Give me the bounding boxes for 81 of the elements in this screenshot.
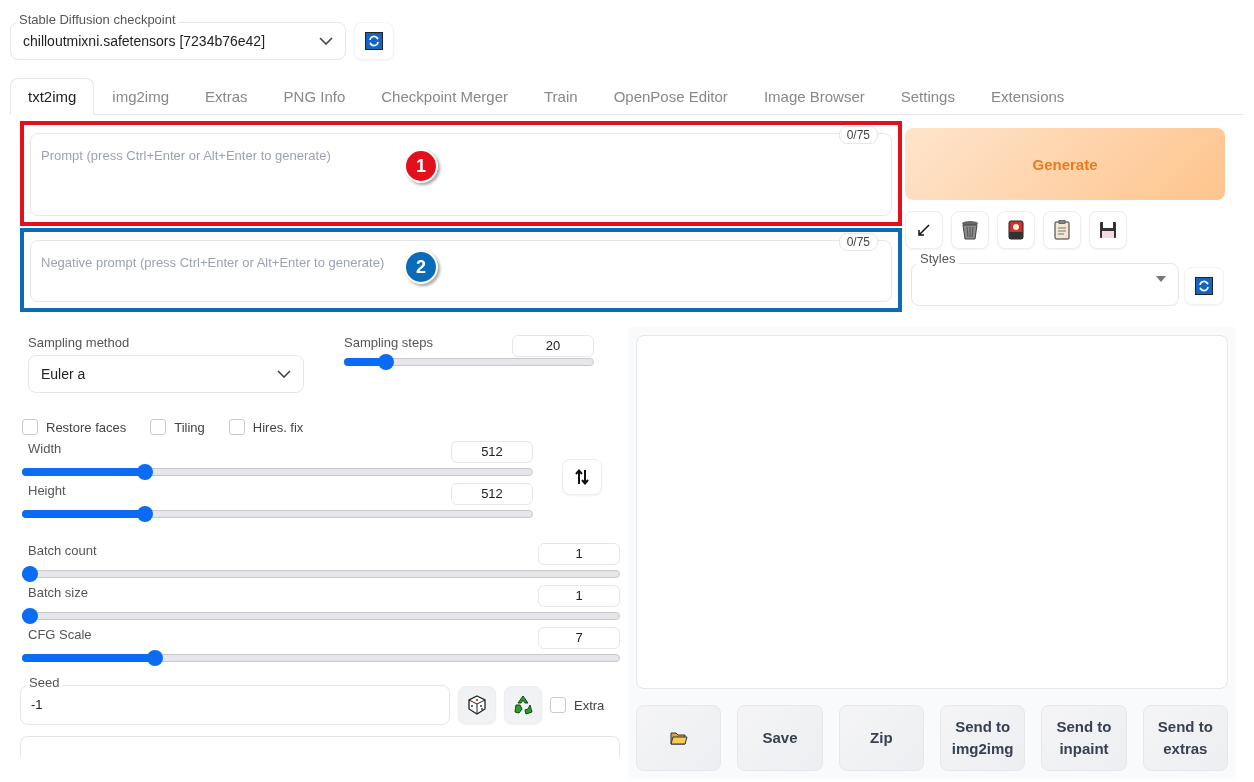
slider-track[interactable] (22, 650, 620, 666)
refresh-icon (1195, 277, 1213, 295)
checkbox-label: Hires. fix (252, 419, 304, 435)
number-field[interactable]: 20 (512, 335, 594, 357)
arrow-icon (917, 223, 931, 237)
trash-button[interactable] (951, 211, 989, 249)
slider-label: Batch count (27, 543, 97, 558)
token-counter: 0/75 (838, 126, 878, 144)
slider-thumb[interactable] (146, 650, 163, 666)
output-button[interactable]: Save (737, 705, 823, 771)
clipboard-button[interactable] (1043, 211, 1081, 249)
checkbox[interactable] (228, 419, 245, 435)
slider-track[interactable] (344, 354, 594, 370)
slider-thumb[interactable] (22, 566, 38, 582)
checkbox[interactable] (22, 419, 38, 435)
tab[interactable]: OpenPose Editor (595, 78, 746, 115)
recycle-button[interactable] (504, 686, 542, 724)
token-counter: 0/75 (838, 233, 878, 251)
slider-label: CFG Scale (27, 627, 92, 642)
number-field[interactable]: 7 (538, 627, 620, 649)
output-button[interactable]: Send to extras (1142, 705, 1228, 771)
checkbox[interactable] (150, 419, 167, 435)
output-button[interactable]: Zip (838, 705, 924, 771)
refresh-button[interactable] (1184, 267, 1224, 305)
slider-label: Height (27, 483, 66, 498)
recycle-icon (513, 695, 533, 715)
trash-icon (961, 220, 979, 240)
refresh-icon (365, 32, 383, 50)
slider-label: Width (27, 441, 62, 456)
number-field[interactable]: 1 (538, 543, 620, 565)
number-field[interactable]: 512 (451, 483, 533, 505)
placeholder-text: Negative prompt (press Ctrl+Enter or Alt+Enter to generate) (41, 255, 385, 270)
checkbox-label: Tiling (174, 419, 205, 435)
slider-thumb[interactable] (137, 506, 154, 522)
slider-label: Sampling steps (344, 335, 433, 350)
arrow-button[interactable] (905, 211, 943, 249)
folder-button[interactable] (636, 705, 722, 771)
tab[interactable]: Extras (187, 78, 266, 115)
slider-track[interactable] (22, 506, 533, 522)
tab[interactable]: img2img (94, 78, 188, 115)
output-button[interactable]: Send to inpaint (1041, 705, 1127, 771)
checkbox-label: Extra (574, 697, 605, 713)
swap-arrows-icon (575, 469, 589, 485)
tab[interactable]: Checkpoint Merger (363, 78, 526, 115)
tab[interactable]: Extensions (972, 78, 1083, 115)
dice-button[interactable] (458, 686, 496, 724)
seed-label: Seed (26, 675, 63, 690)
sampling-method-label: Sampling method (28, 335, 131, 350)
tab[interactable]: PNG Info (265, 78, 364, 115)
floppy-icon (1099, 221, 1117, 239)
placeholder-text: Prompt (press Ctrl+Enter or Alt+Enter to generate) (41, 148, 331, 163)
folder-icon (669, 731, 688, 745)
number-field[interactable]: 512 (451, 441, 533, 463)
slider-track[interactable] (22, 464, 533, 480)
slider-thumb[interactable] (22, 608, 38, 624)
swap-button[interactable] (562, 459, 602, 495)
checkpoint-label: Stable Diffusion checkpoint (16, 12, 179, 27)
slider-track[interactable] (22, 566, 620, 582)
number-field[interactable]: 1 (538, 585, 620, 607)
checkbox-label: Restore faces (46, 419, 127, 435)
sampling-method-dropdown[interactable]: Euler a (28, 355, 304, 393)
slider-label: Batch size (27, 585, 88, 600)
tab[interactable]: txt2img (10, 78, 95, 115)
dropdown-arrow-icon (1156, 276, 1166, 282)
tab[interactable]: Image Browser (745, 78, 883, 115)
output-button[interactable]: Send to img2img (940, 705, 1026, 771)
slider-thumb[interactable] (137, 464, 154, 480)
refresh-button[interactable] (354, 22, 394, 60)
picture-icon (1008, 220, 1024, 240)
picture-button[interactable] (997, 211, 1035, 249)
clipboard-icon (1054, 220, 1070, 240)
tab[interactable]: Train (526, 78, 596, 115)
checkbox[interactable] (550, 697, 566, 713)
slider-track[interactable] (22, 608, 620, 624)
tab[interactable]: Settings (882, 78, 973, 115)
save-button[interactable] (1089, 211, 1127, 249)
dice-icon (467, 695, 487, 715)
chevron-icon (277, 370, 291, 378)
chevron-icon (319, 37, 333, 45)
styles-label: Styles (917, 251, 959, 266)
slider-thumb[interactable] (377, 354, 394, 370)
